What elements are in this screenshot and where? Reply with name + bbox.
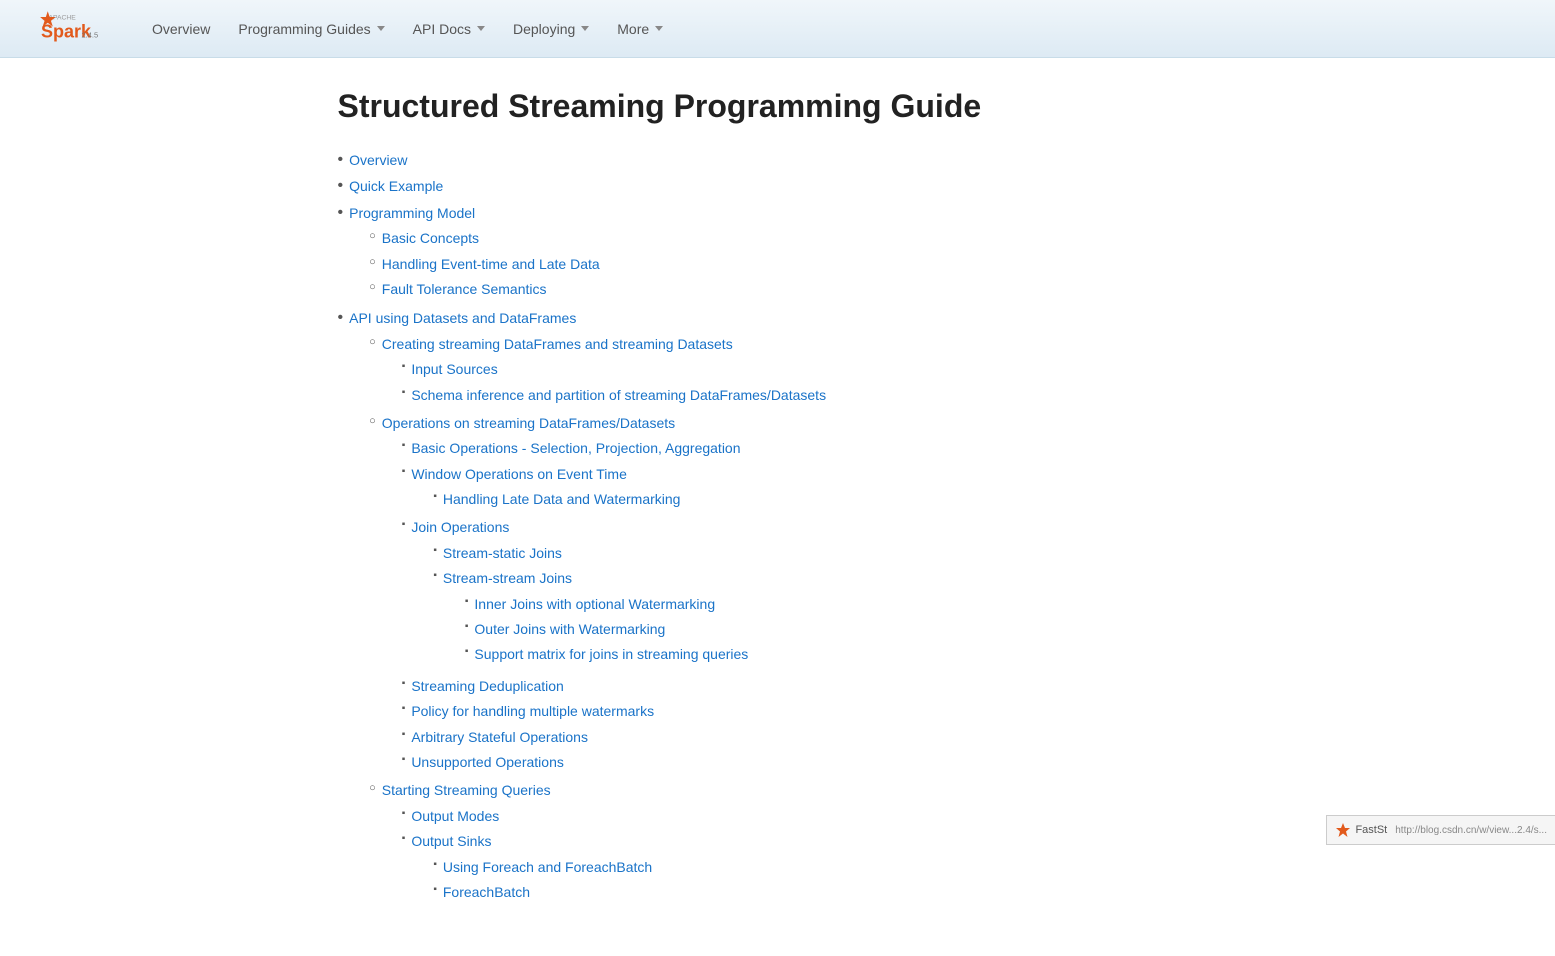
toc-link-basic-ops[interactable]: Basic Operations - Selection, Projection… <box>411 437 740 459</box>
nav-more[interactable]: More <box>605 13 675 45</box>
fastspark-icon <box>1335 822 1351 838</box>
toc-item-creating-streaming: Creating streaming DataFrames and stream… <box>369 333 826 409</box>
toc-item-api: API using Datasets and DataFrames Creati… <box>338 307 1218 912</box>
toc-item-unsupported-ops: Unsupported Operations <box>402 751 749 773</box>
toc-sub2-creating: Input Sources Schema inference and parti… <box>402 358 826 406</box>
toc-link-quick-example[interactable]: Quick Example <box>349 175 443 197</box>
toc-item-join-ops: Join Operations Stream-static Joins <box>402 516 749 671</box>
toc-item-starting-queries: Starting Streaming Queries Output Modes … <box>369 779 826 909</box>
chevron-down-icon <box>377 26 385 31</box>
toc-sub4-stream-stream: Inner Joins with optional Watermarking O… <box>465 593 748 666</box>
logo[interactable]: APACHE Spark 2.4.5 <box>20 8 110 50</box>
toc-link-stream-stream-joins[interactable]: Stream-stream Joins <box>443 570 572 586</box>
nav-deploying[interactable]: Deploying <box>501 13 601 45</box>
toc-item-operations: Operations on streaming DataFrames/Datas… <box>369 412 826 776</box>
toc-link-schema-inference[interactable]: Schema inference and partition of stream… <box>411 384 826 406</box>
toc-sub3-joins: Stream-static Joins Stream-stream Joins <box>433 542 748 669</box>
toc-link-join-ops[interactable]: Join Operations <box>411 519 509 535</box>
toc-list: Overview Quick Example Programming Model… <box>338 149 1218 912</box>
nav-links: Overview Programming Guides API Docs Dep… <box>140 13 675 45</box>
toc-link-outer-joins[interactable]: Outer Joins with Watermarking <box>474 618 665 640</box>
toc-item-outer-joins: Outer Joins with Watermarking <box>465 618 748 640</box>
toc-sub1-api: Creating streaming DataFrames and stream… <box>369 333 826 910</box>
toc-link-policy-watermarks[interactable]: Policy for handling multiple watermarks <box>411 700 654 722</box>
toc-link-support-matrix[interactable]: Support matrix for joins in streaming qu… <box>474 643 748 665</box>
nav-overview[interactable]: Overview <box>140 13 222 45</box>
svg-text:2.4.5: 2.4.5 <box>82 30 99 39</box>
toc-item-foreachbatch: ForeachBatch <box>433 881 652 903</box>
toc-link-programming-model[interactable]: Programming Model <box>349 205 475 221</box>
toc-link-handling-event-time[interactable]: Handling Event-time and Late Data <box>382 253 600 275</box>
page-title: Structured Streaming Programming Guide <box>338 88 1218 125</box>
toc-sub3-window: Handling Late Data and Watermarking <box>433 488 680 510</box>
toc-item-support-matrix: Support matrix for joins in streaming qu… <box>465 643 748 665</box>
toc-item-arbitrary-stateful: Arbitrary Stateful Operations <box>402 726 749 748</box>
chevron-down-icon <box>477 26 485 31</box>
toc-link-fault-tolerance[interactable]: Fault Tolerance Semantics <box>382 278 547 300</box>
corner-widget-label: FastSt <box>1355 824 1387 836</box>
toc-item-schema-inference: Schema inference and partition of stream… <box>402 384 826 406</box>
chevron-down-icon <box>581 26 589 31</box>
toc-item-window-ops: Window Operations on Event Time Handling… <box>402 463 749 514</box>
navbar: APACHE Spark 2.4.5 Overview Programming … <box>0 0 1555 58</box>
toc-item-fault-tolerance: Fault Tolerance Semantics <box>369 278 600 300</box>
toc-item-basic-concepts: Basic Concepts <box>369 227 600 249</box>
toc-item-handling-late-data: Handling Late Data and Watermarking <box>433 488 680 510</box>
toc-sub2-operations: Basic Operations - Selection, Projection… <box>402 437 749 773</box>
toc-link-input-sources[interactable]: Input Sources <box>411 358 497 380</box>
toc-sub3-output-sinks: Using Foreach and ForeachBatch ForeachBa… <box>433 856 652 904</box>
toc-item-quick-example: Quick Example <box>338 175 1218 197</box>
toc-link-foreach[interactable]: Using Foreach and ForeachBatch <box>443 856 652 878</box>
toc-link-operations-streaming[interactable]: Operations on streaming DataFrames/Datas… <box>382 415 675 431</box>
toc-link-basic-concepts[interactable]: Basic Concepts <box>382 227 479 249</box>
toc-item-handling-event-time: Handling Event-time and Late Data <box>369 253 600 275</box>
toc-item-output-modes: Output Modes <box>402 805 652 827</box>
toc-item-stream-stream-joins: Stream-stream Joins Inner Joins with opt… <box>433 567 748 669</box>
toc-item-inner-joins: Inner Joins with optional Watermarking <box>465 593 748 615</box>
toc-item-streaming-dedup: Streaming Deduplication <box>402 675 749 697</box>
toc-link-starting-queries[interactable]: Starting Streaming Queries <box>382 782 551 798</box>
toc-link-overview[interactable]: Overview <box>349 149 407 171</box>
toc-item-overview: Overview <box>338 149 1218 171</box>
toc-sub2-starting-queries: Output Modes Output Sinks Using Foreach … <box>402 805 652 907</box>
toc-link-api[interactable]: API using Datasets and DataFrames <box>349 310 576 326</box>
chevron-down-icon <box>655 26 663 31</box>
toc-item-basic-ops: Basic Operations - Selection, Projection… <box>402 437 749 459</box>
toc-sub1-programming-model: Basic Concepts Handling Event-time and L… <box>369 227 600 300</box>
main-content: Structured Streaming Programming Guide O… <box>298 58 1258 956</box>
toc-link-creating-streaming[interactable]: Creating streaming DataFrames and stream… <box>382 336 733 352</box>
toc-link-streaming-dedup[interactable]: Streaming Deduplication <box>411 675 564 697</box>
toc-item-policy-watermarks: Policy for handling multiple watermarks <box>402 700 749 722</box>
toc-item-stream-static-joins: Stream-static Joins <box>433 542 748 564</box>
nav-programming-guides[interactable]: Programming Guides <box>226 13 396 45</box>
toc-item-foreach: Using Foreach and ForeachBatch <box>433 856 652 878</box>
toc-link-foreachbatch[interactable]: ForeachBatch <box>443 881 530 903</box>
toc-link-arbitrary-stateful[interactable]: Arbitrary Stateful Operations <box>411 726 588 748</box>
toc-item-programming-model: Programming Model Basic Concepts Handlin… <box>338 202 1218 304</box>
corner-widget: FastSt http://blog.csdn.cn/w/view...2.4/… <box>1326 815 1555 845</box>
toc-link-handling-late-data[interactable]: Handling Late Data and Watermarking <box>443 488 681 510</box>
toc-link-output-modes[interactable]: Output Modes <box>411 805 499 827</box>
toc-link-unsupported-ops[interactable]: Unsupported Operations <box>411 751 564 773</box>
corner-widget-url: http://blog.csdn.cn/w/view...2.4/s... <box>1395 825 1547 836</box>
nav-api-docs[interactable]: API Docs <box>401 13 497 45</box>
toc-link-inner-joins[interactable]: Inner Joins with optional Watermarking <box>474 593 715 615</box>
toc-link-output-sinks[interactable]: Output Sinks <box>411 833 491 849</box>
toc-link-window-ops[interactable]: Window Operations on Event Time <box>411 466 627 482</box>
toc-link-stream-static-joins[interactable]: Stream-static Joins <box>443 542 562 564</box>
toc-item-output-sinks: Output Sinks Using Foreach and ForeachBa… <box>402 830 652 906</box>
toc-item-input-sources: Input Sources <box>402 358 826 380</box>
